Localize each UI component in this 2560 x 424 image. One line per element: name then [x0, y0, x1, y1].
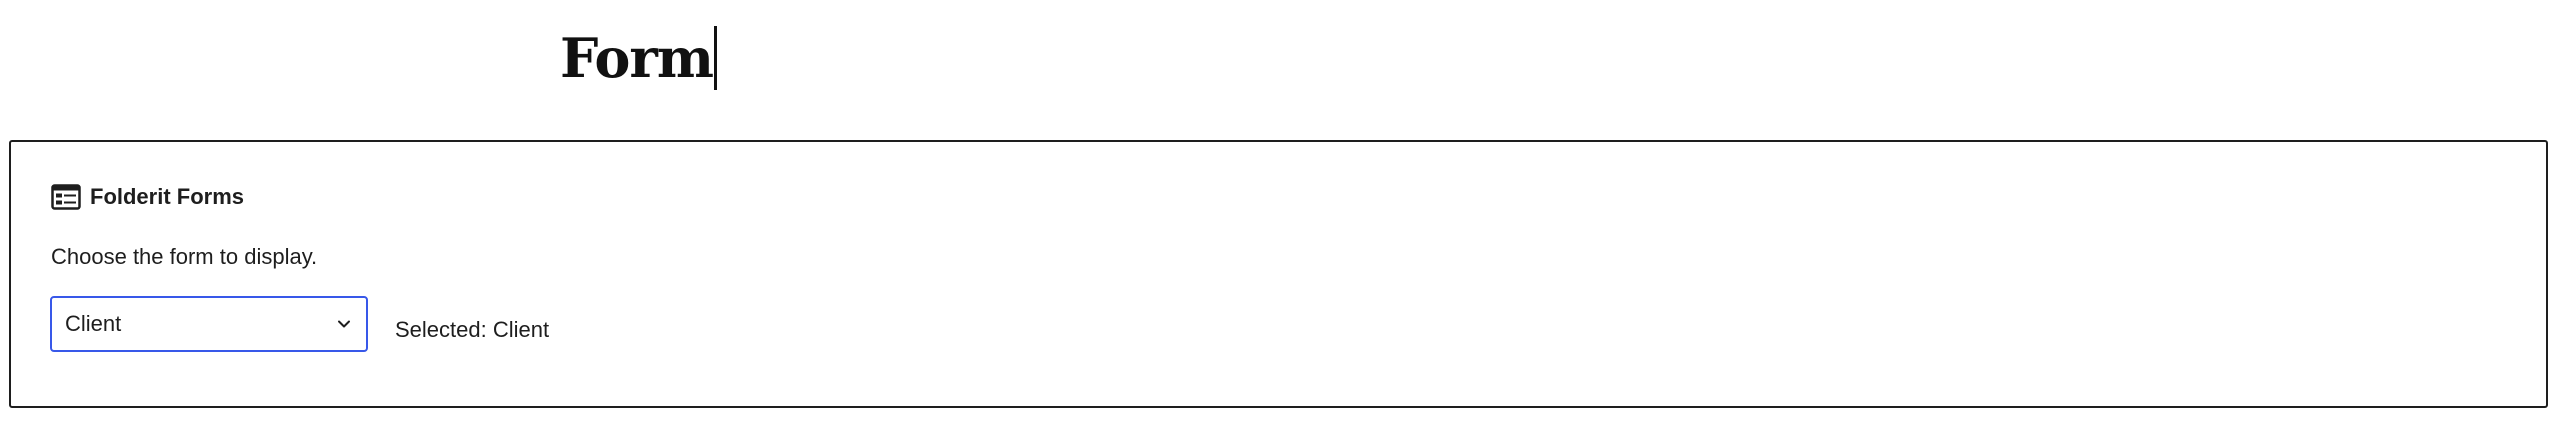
chevron-down-icon — [338, 320, 350, 328]
form-icon — [51, 184, 81, 210]
block-title: Folderit Forms — [90, 184, 245, 209]
post-title[interactable]: Form — [560, 31, 714, 85]
form-select-value: Client — [65, 311, 122, 336]
block-description: Choose the form to display. — [51, 244, 318, 269]
form-select[interactable]: Client — [50, 296, 368, 352]
selected-form-label: Selected: Client — [395, 317, 550, 342]
text-caret — [714, 26, 717, 90]
folderit-forms-block[interactable]: Folderit Forms Choose the form to displa… — [9, 140, 2548, 408]
editor-canvas: Form Folderit Forms Choose the form to d… — [0, 0, 2560, 424]
post-title-field[interactable]: Form — [560, 22, 717, 94]
form-select-row: Client Selected: Client — [50, 296, 549, 352]
block-header: Folderit Forms — [51, 182, 244, 212]
